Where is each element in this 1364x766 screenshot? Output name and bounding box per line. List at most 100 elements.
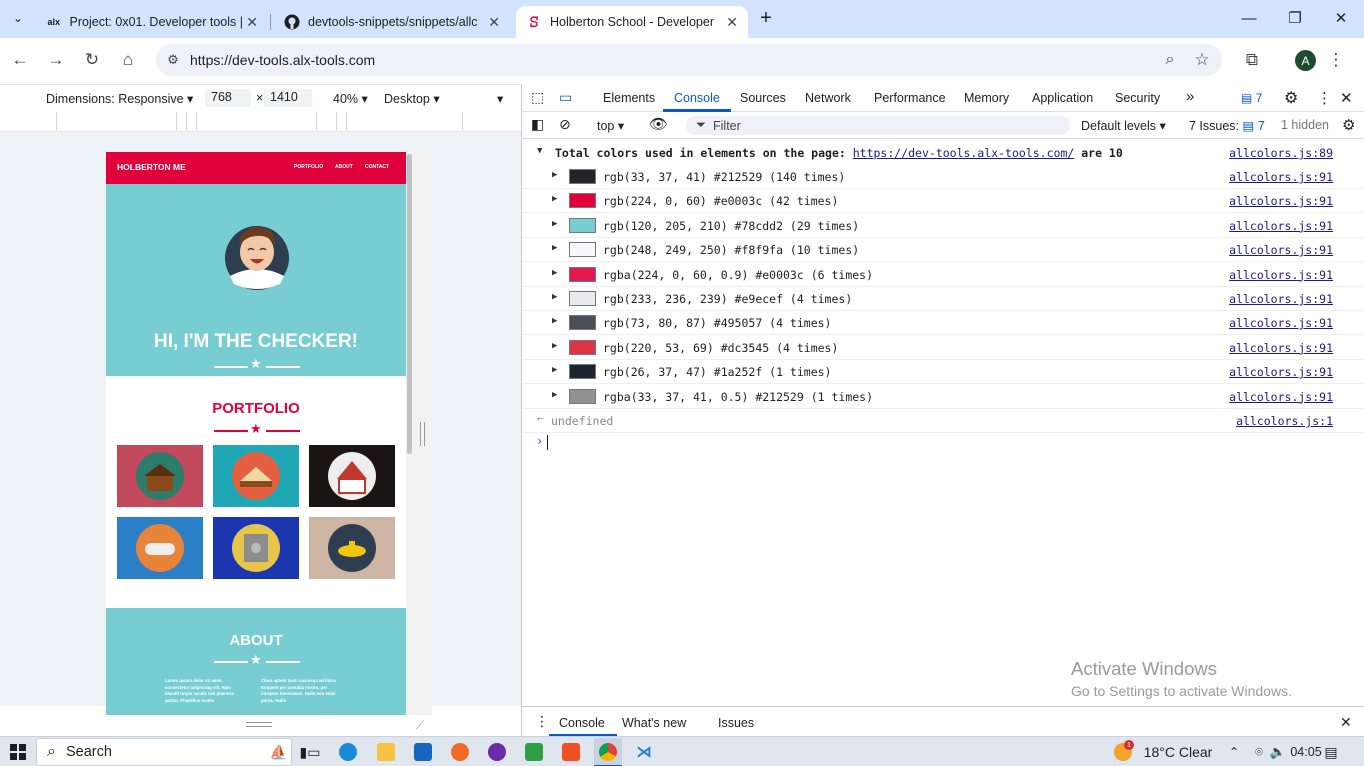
source-link[interactable]: allcolors.js:91: [1229, 170, 1333, 184]
close-drawer-icon[interactable]: ✕: [1340, 714, 1352, 731]
portfolio-tile-submarine[interactable]: [309, 517, 395, 579]
source-link[interactable]: allcolors.js:91: [1229, 341, 1333, 355]
bookmark-star-icon[interactable]: ☆: [1188, 46, 1216, 74]
home-icon[interactable]: ⌂: [114, 46, 142, 74]
tray-chevron-icon[interactable]: ⌃: [1227, 742, 1241, 762]
dimensions-dropdown[interactable]: Dimensions: Responsive ▾: [46, 91, 193, 106]
inspect-element-icon[interactable]: ⬚: [531, 89, 544, 106]
console-color-entry[interactable]: ▶ rgb(248, 249, 250) #f8f9fa (10 times) al…: [522, 238, 1364, 263]
tab-network[interactable]: Network: [805, 91, 851, 105]
nav-contact[interactable]: CONTACT: [365, 164, 389, 170]
network-icon[interactable]: ⌾: [1250, 742, 1268, 762]
drawer-tab-issues[interactable]: Issues: [718, 716, 754, 730]
source-link[interactable]: allcolors.js:1: [1236, 414, 1333, 428]
address-bar[interactable]: ⚙ https://dev-tools.alx-tools.com: [156, 44, 1222, 76]
new-tab-button[interactable]: +: [754, 7, 778, 29]
zoom-dropdown[interactable]: 40% ▾: [333, 91, 368, 106]
nav-about[interactable]: ABOUT: [335, 164, 353, 170]
back-icon[interactable]: ←: [6, 46, 34, 74]
browser-tab-2[interactable]: devtools-snippets/snippets/allc ✕: [274, 6, 510, 38]
console-color-entry[interactable]: ▶ rgb(120, 205, 210) #78cdd2 (29 times) al…: [522, 214, 1364, 238]
restore-icon[interactable]: ❐: [1272, 0, 1318, 36]
minimize-icon[interactable]: —: [1226, 0, 1272, 36]
portfolio-tile-circus[interactable]: [309, 445, 395, 507]
site-info-icon[interactable]: ⚙: [156, 52, 190, 68]
summary-link[interactable]: https://dev-tools.alx-tools.com/: [853, 146, 1075, 160]
console-settings-icon[interactable]: ⚙: [1342, 116, 1355, 134]
source-link[interactable]: allcolors.js:89: [1229, 146, 1333, 160]
expand-arrow-icon[interactable]: ▶: [552, 365, 557, 375]
tab-security[interactable]: Security: [1115, 91, 1160, 105]
console-prompt-input[interactable]: [547, 435, 548, 450]
devtools-menu-icon[interactable]: ⋮: [1317, 89, 1332, 107]
issues-counter[interactable]: 7 Issues: ▤ 7: [1189, 118, 1265, 133]
mail-icon[interactable]: [413, 742, 433, 762]
console-group-header[interactable]: ▼ Total colors used in elements on the p…: [522, 141, 1364, 165]
site-brand[interactable]: HOLBERTON ME: [117, 162, 186, 172]
notifications-icon[interactable]: ▤: [1320, 742, 1342, 762]
expand-arrow-icon[interactable]: ▶: [552, 219, 557, 229]
source-link[interactable]: allcolors.js:91: [1229, 390, 1333, 404]
expand-arrow-icon[interactable]: ▶: [552, 341, 557, 351]
app-icon-purple[interactable]: [487, 742, 507, 762]
source-link[interactable]: allcolors.js:91: [1229, 219, 1333, 233]
close-window-icon[interactable]: ✕: [1318, 0, 1364, 36]
tab-memory[interactable]: Memory: [964, 91, 1009, 105]
device-toggle-icon[interactable]: ▭: [559, 89, 572, 106]
browser-tab-1[interactable]: alx Project: 0x01. Developer tools | ✕: [36, 6, 268, 38]
scrollbar-thumb[interactable]: [407, 154, 412, 454]
clock[interactable]: 04:05: [1288, 742, 1324, 762]
firefox-icon[interactable]: [450, 742, 470, 762]
menu-icon[interactable]: ⋮: [1322, 46, 1350, 74]
portfolio-tile-cake[interactable]: [213, 445, 299, 507]
expand-arrow-icon[interactable]: ▶: [552, 194, 557, 204]
resize-handle-right[interactable]: [420, 422, 425, 446]
taskbar-search[interactable]: ⌕ Search ⛵: [36, 738, 292, 766]
drawer-menu-icon[interactable]: ⋮: [535, 713, 549, 730]
console-color-entry[interactable]: ▶ rgba(33, 37, 41, 0.5) #212529 (1 times)…: [522, 385, 1364, 409]
drawer-tab-whats-new[interactable]: What's new: [622, 716, 686, 730]
tab-elements[interactable]: Elements: [603, 91, 655, 105]
profile-avatar[interactable]: A: [1295, 50, 1316, 71]
portfolio-tile-gamepad[interactable]: [117, 517, 203, 579]
forward-icon[interactable]: →: [42, 46, 70, 74]
source-link[interactable]: allcolors.js:91: [1229, 292, 1333, 306]
task-view-icon[interactable]: ▮▭: [300, 742, 321, 762]
drawer-tab-console[interactable]: Console: [559, 716, 605, 730]
expand-arrow-icon[interactable]: ▶: [552, 268, 557, 278]
more-tabs-icon[interactable]: »: [1186, 88, 1194, 105]
console-output[interactable]: ▼ Total colors used in elements on the p…: [521, 139, 1364, 706]
console-color-entry[interactable]: ▶ rgb(73, 80, 87) #495057 (4 times) allcol…: [522, 311, 1364, 336]
collapse-arrow-icon[interactable]: ▼: [537, 146, 542, 156]
expand-arrow-icon[interactable]: ▶: [552, 390, 557, 400]
settings-icon[interactable]: ⚙: [1284, 88, 1298, 108]
live-expression-eye-icon[interactable]: 👁: [649, 115, 668, 133]
vscode-icon[interactable]: ⋊: [634, 742, 654, 762]
edge-icon[interactable]: [338, 742, 358, 762]
expand-arrow-icon[interactable]: ▶: [552, 316, 557, 326]
source-link[interactable]: allcolors.js:91: [1229, 365, 1333, 379]
extensions-icon[interactable]: ⧉: [1238, 46, 1266, 74]
portfolio-tile-cabin[interactable]: [117, 445, 203, 507]
height-input[interactable]: 1410: [264, 89, 312, 107]
tab-search-icon[interactable]: ⌄: [6, 8, 30, 28]
source-link[interactable]: allcolors.js:91: [1229, 268, 1333, 282]
browser-tab-3[interactable]: ꕶ Holberton School - Developer t ✕: [516, 6, 748, 38]
device-options-icon[interactable]: ▾: [497, 91, 503, 106]
expand-arrow-icon[interactable]: ▶: [552, 292, 557, 302]
chrome-icon[interactable]: [594, 738, 622, 766]
resize-handle-bottom[interactable]: [246, 722, 272, 727]
console-color-entry[interactable]: ▶ rgb(220, 53, 69) #dc3545 (4 times) allco…: [522, 336, 1364, 360]
close-devtools-icon[interactable]: ✕: [1340, 89, 1353, 107]
expand-arrow-icon[interactable]: ▶: [552, 243, 557, 253]
tab-sources[interactable]: Sources: [740, 91, 786, 105]
width-input[interactable]: 768: [205, 89, 251, 107]
source-link[interactable]: allcolors.js:91: [1229, 243, 1333, 257]
resize-corner-icon[interactable]: ⟋: [416, 718, 424, 733]
portfolio-tile-safe[interactable]: [213, 517, 299, 579]
sidebar-toggle-icon[interactable]: ◧: [531, 116, 544, 133]
source-link[interactable]: allcolors.js:91: [1229, 316, 1333, 330]
zoom-icon[interactable]: ⌕: [1156, 46, 1184, 74]
tab-console[interactable]: Console: [674, 91, 720, 105]
close-tab-icon[interactable]: ✕: [488, 14, 500, 31]
